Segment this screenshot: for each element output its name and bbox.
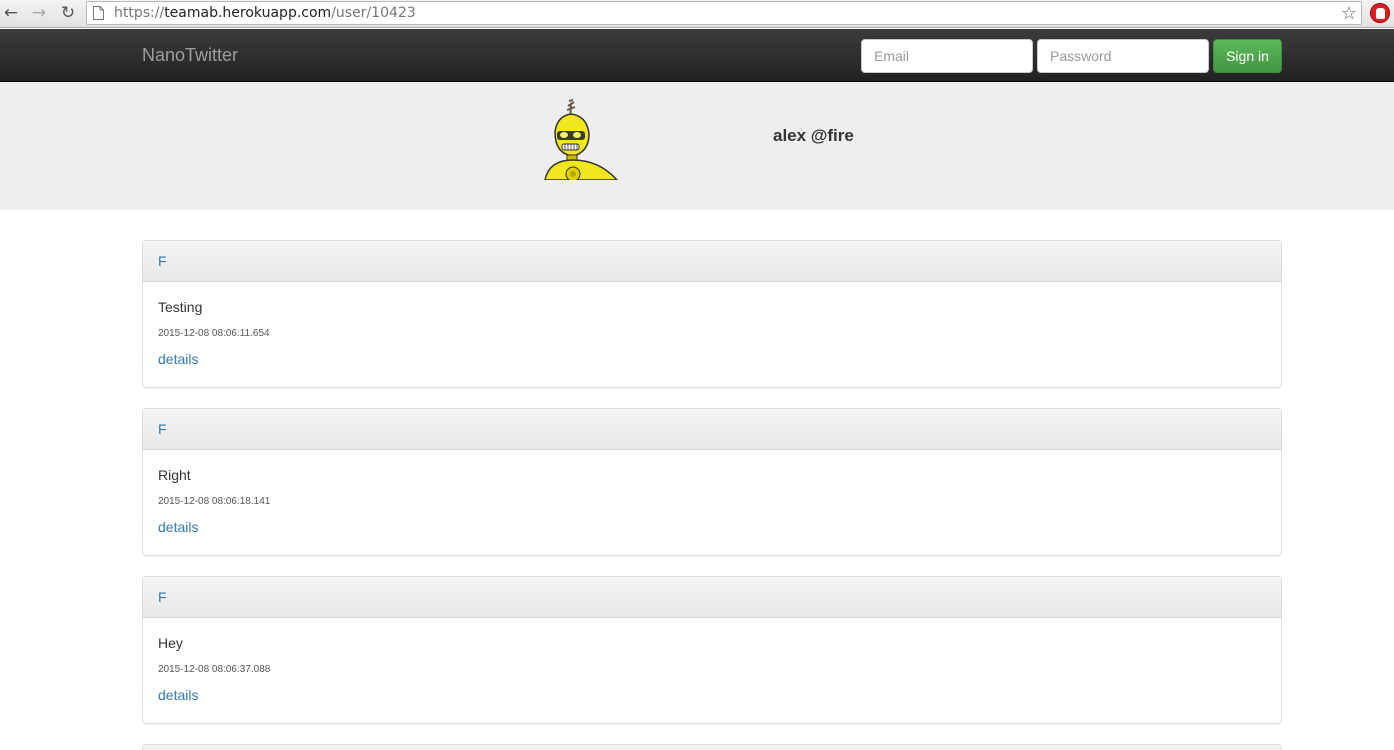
forward-arrow-icon[interactable]: → (28, 3, 50, 23)
post-header: F (143, 577, 1281, 618)
post-card: F Hey 2015-12-08 08:06:37.088 details (142, 576, 1282, 724)
post-author-link[interactable]: F (158, 589, 167, 605)
post-body: Hey 2015-12-08 08:06:37.088 details (143, 618, 1281, 705)
url-path: /user/10423 (331, 5, 416, 21)
reload-icon[interactable]: ↻ (57, 3, 79, 23)
email-input[interactable] (861, 39, 1033, 73)
post-body: Testing 2015-12-08 08:06:11.654 details (143, 282, 1281, 369)
post-timestamp: 2015-12-08 08:06:37.088 (158, 664, 271, 675)
post-text: Testing (158, 299, 203, 315)
post-author-link[interactable]: F (158, 253, 167, 269)
post-text: Hey (158, 635, 183, 651)
post-details-link[interactable]: details (158, 687, 198, 703)
post-details-link[interactable]: details (158, 351, 198, 367)
post-text: Right (158, 467, 191, 483)
post-body: Right 2015-12-08 08:06:18.141 details (143, 450, 1281, 537)
top-navbar: NanoTwitter Sign in (0, 29, 1394, 82)
adblock-extension-icon[interactable] (1370, 3, 1390, 23)
post-header: F (143, 241, 1281, 282)
password-input[interactable] (1037, 39, 1209, 73)
post-timestamp: 2015-12-08 08:06:11.654 (158, 328, 270, 339)
address-bar[interactable]: https://teamab.herokuapp.com/user/10423 … (86, 1, 1362, 25)
post-timestamp: 2015-12-08 08:06:18.141 (158, 496, 271, 507)
page-icon (93, 6, 104, 20)
brand-link[interactable]: NanoTwitter (142, 45, 238, 66)
post-card: F Right 2015-12-08 08:06:18.141 details (142, 408, 1282, 556)
post-details-link[interactable]: details (158, 519, 198, 535)
browser-toolbar: ← → ↻ https://teamab.herokuapp.com/user/… (0, 0, 1394, 28)
back-arrow-icon[interactable]: ← (0, 3, 22, 23)
post-card: F Testing 2015-12-08 08:06:11.654 detail… (142, 240, 1282, 388)
profile-header: alex @fire (0, 82, 1394, 210)
bookmark-star-icon[interactable]: ☆ (1341, 3, 1357, 24)
url-text: https://teamab.herokuapp.com/user/10423 (114, 5, 416, 21)
sign-in-button[interactable]: Sign in (1213, 39, 1282, 73)
url-host: teamab.herokuapp.com (164, 5, 332, 21)
post-card-partial (142, 744, 1282, 750)
post-header (143, 745, 1281, 750)
post-header: F (143, 409, 1281, 450)
url-scheme: https:// (114, 5, 165, 21)
profile-name: alex @fire (773, 126, 854, 145)
robot-avatar-icon (544, 99, 619, 180)
post-author-link[interactable]: F (158, 421, 167, 437)
